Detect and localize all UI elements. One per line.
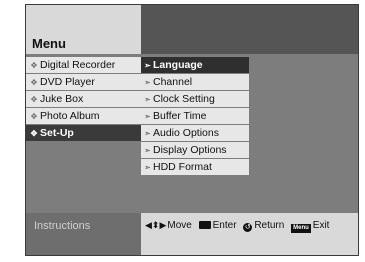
title-bar-right: [141, 5, 358, 54]
menu-key-icon: Menu: [291, 224, 311, 233]
menu-item-set-up[interactable]: ✥ Set-Up: [26, 125, 141, 141]
diamond-bullet-icon: ✥: [30, 95, 38, 104]
menu-item-label: Digital Recorder: [40, 59, 116, 71]
submenu-item-language[interactable]: ➣ Language: [141, 57, 249, 73]
diamond-bullet-icon: ✥: [30, 61, 38, 70]
menu-title: Menu: [32, 36, 66, 51]
menu-item-dvd-player[interactable]: ✥ DVD Player: [26, 74, 141, 90]
enter-hint: Enter: [195, 220, 237, 231]
menu-item-label: Set-Up: [40, 127, 74, 139]
submenu-item-label: Channel: [153, 76, 193, 88]
small-arrow-icon: ➣: [144, 95, 151, 104]
instructions-bar: ◀⬍▶Move Enter ↺ Return Menu Exit: [141, 213, 358, 255]
diamond-bullet-icon: ✥: [30, 112, 38, 121]
enter-key-icon: [198, 221, 211, 229]
submenu-item-channel[interactable]: ➣ Channel: [141, 74, 249, 90]
submenu-item-label: Language: [153, 59, 203, 71]
instructions-label: Instructions: [34, 220, 91, 232]
submenu-item-label: Buffer Time: [153, 110, 207, 122]
return-hint: ↺ Return: [243, 220, 285, 232]
submenu-item-clock-setting[interactable]: ➣ Clock Setting: [141, 91, 249, 107]
instructions-label-area: Instructions: [26, 213, 141, 255]
move-arrows-icon: ◀⬍▶: [145, 220, 167, 230]
menu-item-label: DVD Player: [40, 76, 95, 88]
small-arrow-icon: ➣: [144, 129, 151, 138]
instructions-line: ◀⬍▶Move Enter ↺ Return Menu Exit: [145, 220, 329, 233]
menu-item-juke-box[interactable]: ✥ Juke Box: [26, 91, 141, 107]
submenu-panel: ➣ Language ➣ Channel ➣ Clock Setting ➣ Buffe…: [141, 54, 358, 213]
title-bar: Menu: [26, 5, 141, 54]
exit-hint: Menu Exit: [291, 220, 330, 233]
submenu-item-hdd-format[interactable]: ➣ HDD Format: [141, 159, 249, 175]
main-menu-panel: ✥ Digital Recorder ✥ DVD Player ✥ Juke Box …: [26, 54, 141, 213]
menu-item-label: Photo Album: [40, 110, 100, 122]
small-arrow-icon: ➣: [144, 61, 151, 70]
menu-item-photo-album[interactable]: ✥ Photo Album: [26, 108, 141, 124]
menu-item-digital-recorder[interactable]: ✥ Digital Recorder: [26, 57, 141, 73]
submenu-item-buffer-time[interactable]: ➣ Buffer Time: [141, 108, 249, 124]
small-arrow-icon: ➣: [144, 163, 151, 172]
diamond-bullet-icon: ✥: [30, 78, 38, 87]
move-hint: ◀⬍▶Move: [145, 220, 192, 231]
small-arrow-icon: ➣: [144, 146, 151, 155]
small-arrow-icon: ➣: [144, 112, 151, 121]
menu-item-label: Juke Box: [40, 93, 84, 105]
submenu-item-label: Audio Options: [153, 127, 219, 139]
submenu-item-label: HDD Format: [153, 161, 212, 173]
menu-window: Menu ✥ Digital Recorder ✥ DVD Player ✥ Juke…: [25, 4, 359, 256]
diamond-bullet-icon: ✥: [30, 129, 38, 138]
submenu-item-label: Clock Setting: [153, 93, 215, 105]
submenu-item-label: Display Options: [153, 144, 227, 156]
submenu-item-audio-options[interactable]: ➣ Audio Options: [141, 125, 249, 141]
submenu-item-display-options[interactable]: ➣ Display Options: [141, 142, 249, 158]
small-arrow-icon: ➣: [144, 78, 151, 87]
return-key-icon: ↺: [243, 223, 253, 232]
